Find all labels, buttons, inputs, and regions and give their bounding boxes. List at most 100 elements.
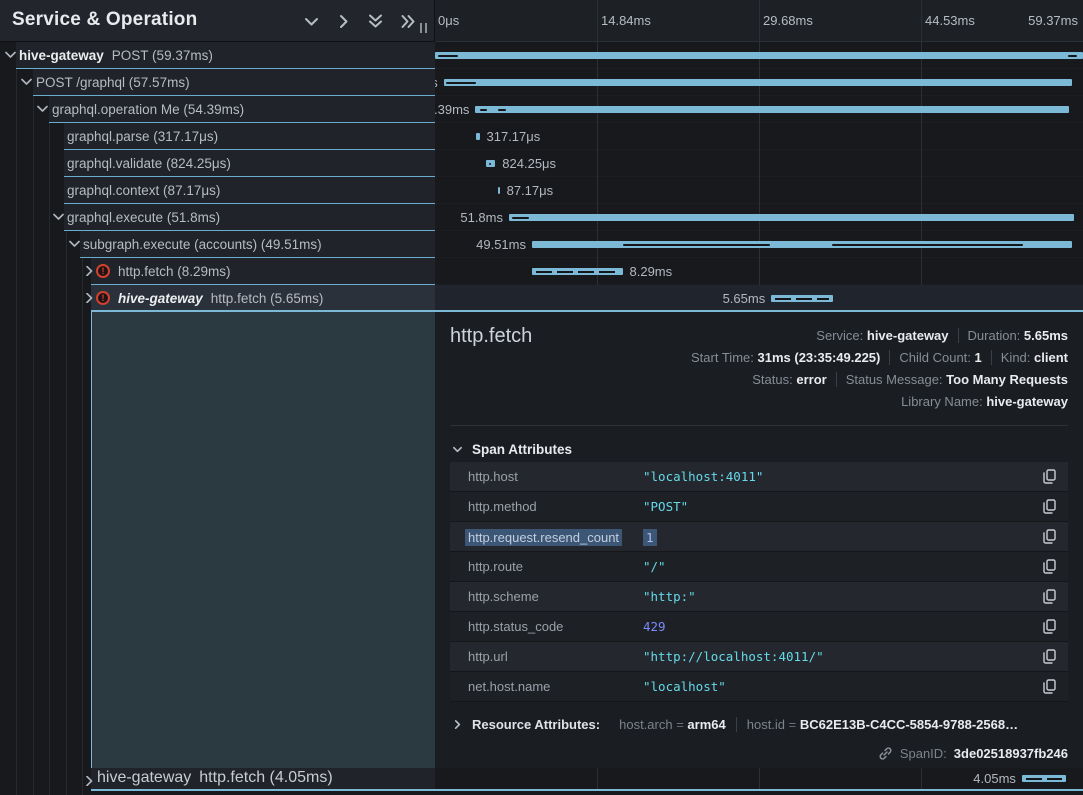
timeline-row[interactable]: 5.65ms: [435, 285, 1083, 312]
collapse-span-icon[interactable]: [21, 77, 32, 87]
resource-attribute: host.arch = arm64: [609, 717, 736, 732]
attribute-row[interactable]: http.route"/": [450, 552, 1068, 582]
span-duration-label: 57.57ms: [435, 75, 438, 90]
copy-icon[interactable]: [1043, 679, 1056, 697]
attribute-key: http.url: [468, 649, 508, 664]
timeline-row[interactable]: 317.17μs: [435, 123, 1083, 150]
span-duration-label: 824.25μs: [502, 156, 556, 171]
collapse-span-icon[interactable]: [69, 239, 80, 249]
span-bar[interactable]: [476, 133, 480, 140]
timeline-row[interactable]: 87.17μs: [435, 177, 1083, 204]
tree-row[interactable]: graphql.validate (824.25μs): [0, 150, 435, 177]
collapse-span-icon[interactable]: [37, 104, 48, 114]
chevron-right-icon: [452, 719, 463, 730]
span-overview: Service: hive-gatewayDuration: 5.65msSta…: [682, 325, 1068, 413]
timeline-row[interactable]: 59.37ms: [435, 42, 1083, 69]
collapse-span-icon[interactable]: [5, 50, 16, 60]
service-operation-header: Service & Operation: [0, 0, 435, 42]
expand-span-icon[interactable]: [84, 776, 95, 786]
span-label: http.fetch (4.05ms): [199, 769, 332, 787]
tree-row[interactable]: graphql.parse (317.17μs): [0, 123, 435, 150]
span-bar[interactable]: [498, 187, 500, 194]
attribute-row[interactable]: http.method"POST": [450, 492, 1068, 522]
tree-row[interactable]: POST /graphql (57.57ms): [0, 69, 435, 96]
copy-icon[interactable]: [1043, 469, 1056, 487]
span-tree: hive-gatewayPOST (59.37ms) POST /graphql …: [0, 42, 435, 312]
span-label: POST /graphql (57.57ms): [36, 75, 190, 90]
tree-row-bottom[interactable]: hive-gateway http.fetch (4.05ms): [0, 768, 435, 789]
tree-row[interactable]: !hive-gatewayhttp.fetch (5.65ms): [0, 285, 435, 312]
error-icon: !: [96, 291, 110, 305]
copy-icon[interactable]: [1043, 499, 1056, 517]
span-duration-label: 8.29ms: [630, 264, 673, 279]
timeline-row[interactable]: 51.8ms: [435, 204, 1083, 231]
attribute-value: 429: [643, 619, 666, 634]
collapse-span-icon[interactable]: [53, 212, 64, 222]
span-bar[interactable]: [532, 241, 1072, 248]
resource-attributes-row[interactable]: Resource Attributes: host.arch = arm64ho…: [452, 717, 1028, 732]
span-label: graphql.parse (317.17μs): [67, 129, 218, 144]
span-duration-label: 87.17μs: [507, 183, 554, 198]
attribute-row[interactable]: net.host.name"localhost": [450, 672, 1068, 702]
overview-field: Duration: 5.65ms: [958, 328, 1068, 343]
expand-all-icon[interactable]: [400, 14, 416, 29]
ruler-tick-2: 29.68ms: [763, 13, 813, 28]
span-service: hive-gateway: [97, 769, 191, 787]
overview-field: Kind: client: [991, 350, 1068, 365]
copy-icon[interactable]: [1043, 589, 1056, 607]
attribute-key: http.method: [468, 499, 537, 514]
link-icon[interactable]: [878, 746, 893, 761]
detail-divider: [450, 425, 1068, 426]
span-bar[interactable]: [771, 295, 833, 302]
span-bar[interactable]: [435, 52, 1083, 59]
tree-row[interactable]: graphql.execute (51.8ms): [0, 204, 435, 231]
expand-span-icon[interactable]: [84, 266, 95, 276]
tree-row[interactable]: !http.fetch (8.29ms): [0, 258, 435, 285]
copy-icon[interactable]: [1043, 559, 1056, 577]
expand-one-icon[interactable]: [336, 14, 351, 29]
span-bar[interactable]: [444, 79, 1072, 86]
timeline-row-bottom: 4.05ms: [435, 768, 1083, 789]
attribute-row[interactable]: http.status_code429: [450, 612, 1068, 642]
collapse-all-icon[interactable]: [368, 13, 383, 29]
span-bar[interactable]: [532, 268, 623, 275]
span-label: http.fetch (8.29ms): [118, 264, 231, 279]
timeline-row[interactable]: 824.25μs: [435, 150, 1083, 177]
span-bar[interactable]: [509, 214, 1074, 221]
attribute-row[interactable]: http.host"localhost:4011": [450, 462, 1068, 492]
attribute-row[interactable]: http.request.resend_count1: [450, 522, 1068, 552]
attribute-key: net.host.name: [468, 679, 550, 694]
panel-resize-handle[interactable]: [420, 23, 427, 33]
span-bar[interactable]: [486, 160, 495, 167]
span-detail-panel: http.fetch Service: hive-gatewayDuration…: [435, 312, 1083, 768]
attribute-row[interactable]: http.url"http://localhost:4011/": [450, 642, 1068, 672]
overview-field: Status Message: Too Many Requests: [836, 372, 1068, 387]
timeline-row[interactable]: 8.29ms: [435, 258, 1083, 285]
tree-row[interactable]: hive-gatewayPOST (59.37ms): [0, 42, 435, 69]
expand-span-icon[interactable]: [84, 293, 95, 303]
tree-row[interactable]: graphql.context (87.17μs): [0, 177, 435, 204]
ruler-tick-4: 59.37ms: [1028, 13, 1078, 28]
timeline-row[interactable]: 54.39ms: [435, 96, 1083, 123]
copy-icon[interactable]: [1043, 649, 1056, 667]
span-label: graphql.operation Me (54.39ms): [52, 102, 244, 117]
timeline-row[interactable]: 57.57ms: [435, 69, 1083, 96]
timeline-row[interactable]: 49.51ms: [435, 231, 1083, 258]
attribute-row[interactable]: http.scheme"http:": [450, 582, 1068, 612]
overview-field: Status: error: [743, 372, 835, 387]
tree-row[interactable]: graphql.operation Me (54.39ms): [0, 96, 435, 123]
span-bar[interactable]: [475, 106, 1069, 113]
span-label: POST (59.37ms): [112, 48, 213, 63]
span-label: graphql.execute (51.8ms): [67, 210, 220, 225]
collapse-one-icon[interactable]: [304, 14, 319, 29]
span-duration-label: 54.39ms: [435, 102, 469, 117]
attribute-value: 1: [643, 529, 657, 546]
span-attributes-header[interactable]: Span Attributes: [452, 442, 572, 457]
copy-icon[interactable]: [1043, 529, 1056, 547]
tree-row[interactable]: subgraph.execute (accounts) (49.51ms): [0, 231, 435, 258]
span-duration-label: 51.8ms: [460, 210, 503, 225]
ruler-tick-0: 0μs: [438, 13, 459, 28]
span-id-value: 3de02518937fb246: [954, 746, 1068, 761]
span-bar[interactable]: [1022, 775, 1066, 782]
copy-icon[interactable]: [1043, 619, 1056, 637]
